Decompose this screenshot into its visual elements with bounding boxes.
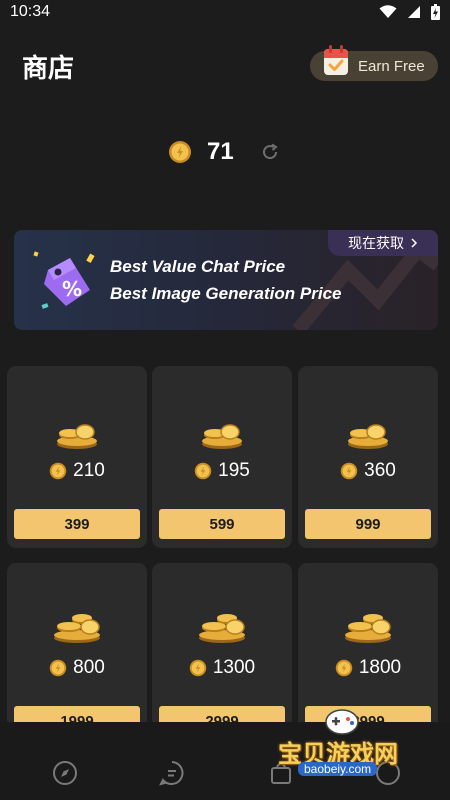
status-icons [379, 4, 440, 20]
package-coins-value: 1800 [358, 657, 402, 678]
promo-banner[interactable]: % Best Value Chat Price Best Image Gener… [14, 230, 438, 330]
package-card[interactable]: 800 1999 [7, 563, 147, 745]
coin-icon [49, 462, 67, 480]
coin-pile-icon [345, 614, 391, 643]
status-bar: 10:34 [0, 0, 450, 24]
discount-tag-icon: % [33, 251, 95, 309]
package-coins: 800 [7, 657, 147, 679]
package-coins: 1300 [152, 657, 292, 679]
package-coins-value: 1300 [212, 657, 256, 678]
compass-icon[interactable] [52, 760, 78, 786]
coin-icon [49, 659, 67, 677]
coin-balance: 71 [0, 132, 450, 172]
page-title: 商店 [22, 54, 75, 84]
coin-icon [189, 659, 207, 677]
package-coins: 1800 [298, 657, 438, 679]
wifi-icon [379, 5, 397, 18]
coin-pile-icon [57, 424, 97, 449]
status-time: 10:34 [10, 3, 51, 20]
price-button[interactable]: 999 [305, 509, 431, 539]
discount-symbol: % [62, 277, 82, 301]
coin-pile-icon [348, 424, 388, 449]
price-button[interactable]: 399 [14, 509, 140, 539]
package-coins: 210 [7, 460, 147, 482]
coin-pile-icon [202, 424, 242, 449]
package-coins-value: 210 [73, 460, 105, 481]
gamepad-mascot-icon [325, 709, 359, 735]
refresh-icon[interactable] [260, 142, 280, 162]
get-now-button[interactable]: 现在获取 [328, 230, 438, 256]
coin-pile-icon [199, 614, 245, 643]
coin-icon [340, 462, 358, 480]
coin-pile-icon [54, 614, 100, 643]
package-coins-value: 800 [73, 657, 105, 678]
chevron-right-icon [411, 238, 418, 248]
earn-free-label: Earn Free [358, 57, 425, 75]
package-coins-value: 360 [364, 460, 396, 481]
earn-free-button[interactable]: Earn Free [310, 45, 438, 81]
get-now-label: 现在获取 [348, 236, 404, 252]
signal-icon [408, 6, 420, 18]
watermark-url: baobeiy.com [298, 762, 378, 776]
package-card[interactable]: 360 999 [298, 366, 438, 548]
package-card[interactable]: 195 599 [152, 366, 292, 548]
package-coins: 195 [152, 460, 292, 482]
price-button[interactable]: 599 [159, 509, 285, 539]
coin-icon [335, 659, 353, 677]
package-coins: 360 [298, 460, 438, 482]
coin-icon [169, 141, 191, 163]
battery-icon [431, 4, 440, 20]
promo-line-1: Best Value Chat Price [110, 257, 286, 276]
promo-line-2: Best Image Generation Price [110, 284, 342, 303]
header: 商店 Earn Free [0, 40, 450, 96]
coin-icon [194, 462, 212, 480]
watermark: 宝贝游戏网 baobeiy.com [270, 706, 445, 786]
package-coins-value: 195 [218, 460, 250, 481]
chat-icon[interactable] [159, 760, 185, 786]
package-card[interactable]: 210 399 [7, 366, 147, 548]
calendar-check-icon [324, 45, 348, 75]
balance-value: 71 [207, 138, 234, 165]
